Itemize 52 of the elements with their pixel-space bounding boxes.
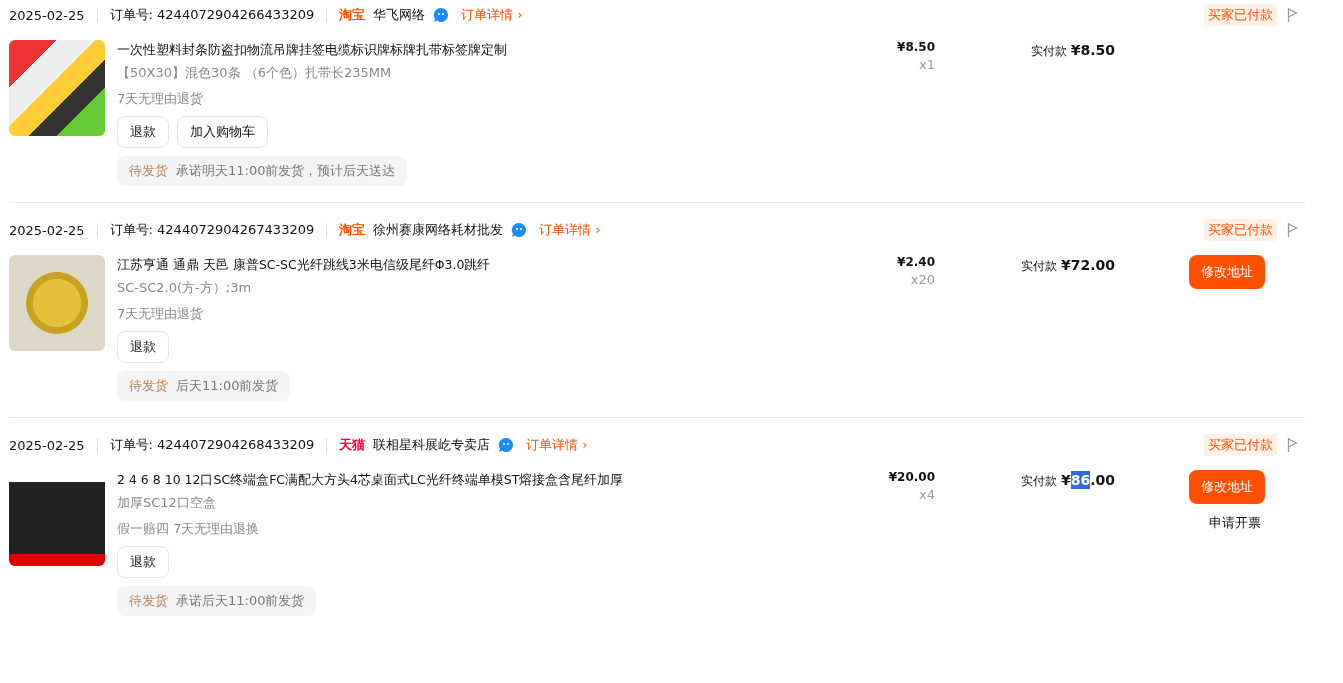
platform-label: 天猫 [339,436,366,454]
flag-icon[interactable] [1287,437,1299,453]
item-action-button[interactable]: 退款 [117,331,169,363]
shipping-note: 承诺明天11:00前发货，预计后天送达 [176,162,396,180]
product-spec: 【50X30】混色30条 （6个色）扎带长235MM [117,64,393,82]
flag-icon[interactable] [1287,222,1299,238]
chat-bubble-icon[interactable] [498,437,515,453]
product-title[interactable]: 2 4 6 8 10 12口SC终端盒FC满配大方头4芯桌面式LC光纤终端单模ST熔接盒含尾纤加厚 [117,470,757,490]
shipping-note: 承诺后天11:00前发货 [176,592,305,610]
order-date: 2025-02-25 [9,7,85,23]
service-note: 7天无理由退货 [117,305,205,323]
shipping-status: 待发货 [129,377,168,395]
order-number: 订单号: 4244072904268433209 [109,436,315,454]
paid-label: 实付款 [1020,259,1057,273]
platform-label: 淘宝 [339,221,366,239]
paid-amount: ¥8.50 [1070,42,1115,58]
unit-price: ¥20.00 [887,470,935,484]
order-date: 2025-02-25 [9,222,85,238]
shop-name[interactable]: 徐州赛康网络耗材批发 [373,221,504,239]
quantity: x20 [909,272,935,287]
item-action-button[interactable]: 退款 [117,546,169,578]
flag-icon[interactable] [1287,7,1299,23]
item-action-button[interactable]: 加入购物车 [177,116,268,148]
shop-name[interactable]: 联相星科展屹专卖店 [373,436,491,454]
paid-amount: ¥72.00 [1060,257,1115,273]
product-spec: SC-SC2.0(方-方）;3m [117,279,253,297]
product-title[interactable]: 江苏亨通 通鼎 天邑 康普SC-SC光纤跳线3米电信级尾纤Φ3.0跳纤 [117,255,757,275]
unit-price: ¥2.40 [896,255,935,269]
shipping-status: 待发货 [129,592,168,610]
order-status-badge: 买家已付款 [1204,219,1277,241]
platform-label: 淘宝 [339,6,366,24]
shop-name[interactable]: 华飞网络 [373,6,426,24]
order-number: 订单号: 4244072904266433209 [109,6,315,24]
paid-label: 实付款 [1030,44,1067,58]
product-spec: 加厚SC12口空盒 [117,494,217,512]
chat-bubble-icon[interactable] [511,222,528,238]
invoice-link[interactable]: 申请开票 [1209,514,1261,532]
paid-label: 实付款 [1020,474,1057,488]
product-title[interactable]: 一次性塑料封条防盗扣物流吊牌挂签电缆标识牌标牌扎带标签牌定制 [117,40,757,60]
order-number: 订单号: 4244072904267433209 [109,221,315,239]
order-date: 2025-02-25 [9,437,85,453]
chat-bubble-icon[interactable] [433,7,450,23]
shipping-status: 待发货 [129,162,168,180]
quantity: x4 [918,487,935,502]
order-status-badge: 买家已付款 [1204,434,1277,456]
item-action-button[interactable]: 退款 [117,116,169,148]
quantity: x1 [918,57,935,72]
shipping-note: 后天11:00前发货 [176,377,279,395]
service-note: 假一赔四 7天无理由退换 [117,520,261,538]
service-note: 7天无理由退货 [117,90,205,108]
order-status-badge: 买家已付款 [1204,4,1277,26]
unit-price: ¥8.50 [896,40,935,54]
